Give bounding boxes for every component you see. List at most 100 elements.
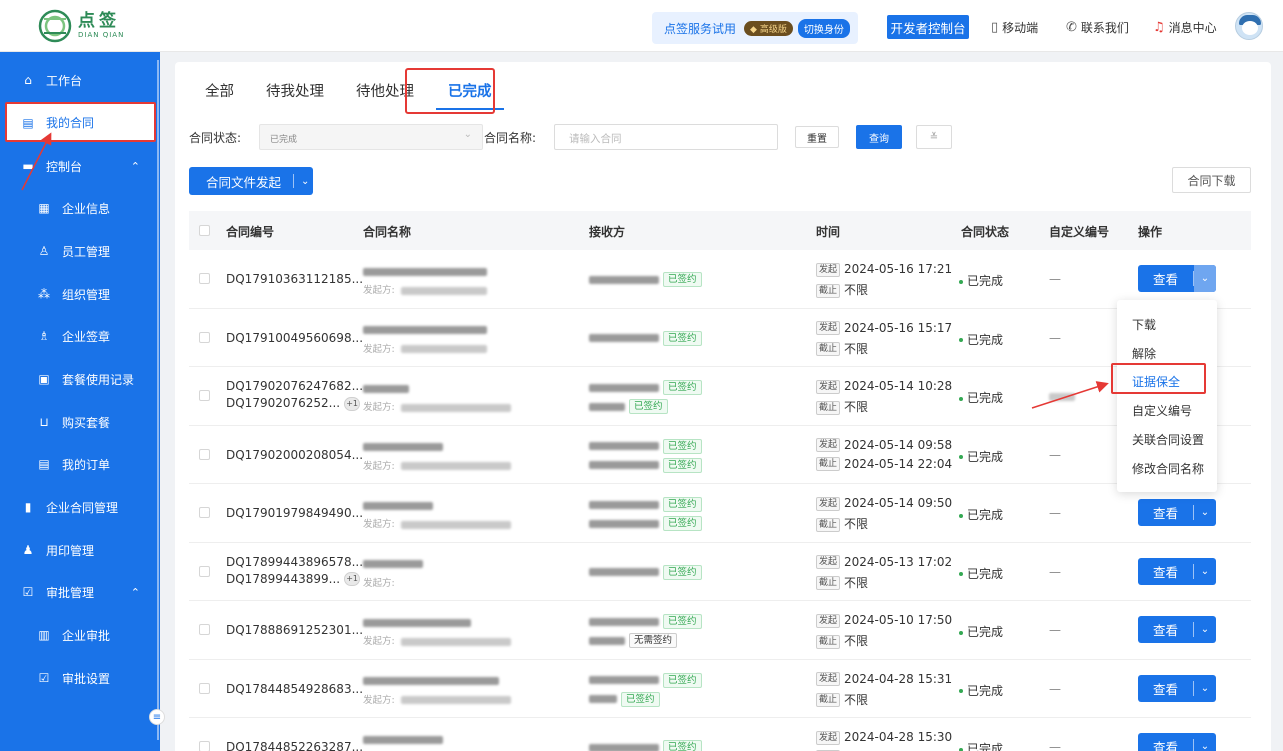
switch-identity-button[interactable]: 切换身份 — [797, 18, 850, 38]
row-checkbox[interactable] — [199, 741, 210, 751]
sidebar-scrollbar[interactable] — [157, 60, 159, 740]
sidebar-item-approval[interactable]: ☑ 审批管理 ⌃ — [0, 572, 160, 612]
row-checkbox[interactable] — [199, 448, 210, 460]
stamp-icon: ♗ — [38, 329, 50, 343]
contract-id-secondary[interactable]: DQ17899443899... +1 — [226, 572, 361, 586]
contract-download-button[interactable]: 合同下载 — [1172, 167, 1251, 193]
contract-name[interactable] — [363, 498, 433, 512]
chevron-down-icon[interactable]: ⌄ — [1194, 507, 1216, 518]
contract-name[interactable] — [363, 381, 409, 395]
message-center-link[interactable]: ♫ 消息中心 — [1153, 19, 1217, 36]
contract-id[interactable]: DQ17844854928683... — [226, 682, 363, 696]
query-button[interactable]: 查询 — [856, 125, 902, 149]
row-checkbox[interactable] — [199, 624, 210, 635]
contract-name[interactable] — [363, 264, 487, 278]
tab-all[interactable]: 全部 — [205, 82, 234, 110]
row-checkbox[interactable] — [199, 273, 210, 284]
view-button[interactable]: 查看 ⌄ — [1138, 499, 1216, 526]
developer-console-button[interactable]: 开发者控制台 — [887, 15, 969, 39]
sidebar-item-seal[interactable]: ♗ 企业签章 — [0, 316, 160, 356]
table-row[interactable]: DQ17910049560698... 发起方: 已签约 发起 2024-05-16 1… — [189, 309, 1251, 367]
tab-pending-me[interactable]: 待我处理 — [266, 82, 324, 110]
sidebar-item-company-info[interactable]: ▦ 企业信息 — [0, 188, 160, 228]
table-row[interactable]: DQ17902076247682... DQ17902076252... +1 发起方… — [189, 367, 1251, 426]
more-count-badge[interactable]: +1 — [344, 396, 361, 411]
contract-name[interactable] — [363, 323, 487, 337]
row-checkbox[interactable] — [199, 507, 210, 518]
row-checkbox[interactable] — [199, 682, 210, 694]
contract-id[interactable]: DQ17844852263287... — [226, 740, 363, 751]
view-button[interactable]: 查看 ⌄ — [1138, 733, 1216, 751]
table-row[interactable]: DQ17899443896578... DQ17899443899... +1 发起方… — [189, 543, 1251, 601]
sign-status-tag: 已签约 — [663, 272, 702, 287]
contract-name[interactable] — [363, 557, 423, 571]
row-checkbox[interactable] — [199, 565, 210, 577]
trial-banner[interactable]: 点签服务试用 ◆ 高级版 切换身份 — [652, 12, 858, 44]
launch-contract-button[interactable]: 合同文件发起 ⌄ — [189, 167, 313, 195]
view-button[interactable]: 查看 ⌄ — [1138, 674, 1216, 702]
mobile-link[interactable]: ▯ 移动端 — [991, 19, 1038, 36]
receiver: 已签约 — [589, 691, 660, 707]
collapse-sidebar-icon[interactable]: ≡ — [149, 709, 165, 725]
contract-id[interactable]: DQ17888691252301... — [226, 623, 363, 637]
contract-name[interactable] — [363, 440, 443, 454]
sidebar-item-enterprise-approval[interactable]: ▥ 企业审批 — [0, 615, 160, 655]
contract-name[interactable] — [363, 732, 443, 746]
avatar[interactable] — [1235, 12, 1263, 40]
sidebar-item-orders[interactable]: ▤ 我的订单 — [0, 444, 160, 484]
table-row[interactable]: DQ17902000208054... 发起方: 已签约 已签约 发起 2024-05-1… — [189, 426, 1251, 484]
contract-name[interactable] — [363, 674, 499, 688]
contract-id[interactable]: DQ17910049560698... — [226, 331, 363, 345]
sidebar-item-org[interactable]: ⁂ 组织管理 — [0, 274, 160, 314]
sidebar-item-workbench[interactable]: ⌂ 工作台 — [0, 60, 160, 100]
contract-id[interactable]: DQ17902076247682... — [226, 379, 363, 393]
row-checkbox[interactable] — [199, 390, 210, 401]
status-select[interactable]: 已完成 ⌄ — [259, 124, 483, 150]
view-button[interactable]: 查看 ⌄ — [1138, 265, 1216, 292]
table-row[interactable]: DQ17910363112185... 发起方: 已签约 发起 2024-05-16 1… — [189, 250, 1251, 309]
table-row[interactable]: DQ17888691252301... 发起方: 已签约 无需签约 发起 2024-05-… — [189, 601, 1251, 660]
sidebar-item-staff[interactable]: ♙ 员工管理 — [0, 231, 160, 271]
contact-link[interactable]: ✆ 联系我们 — [1066, 19, 1129, 36]
contract-name-input[interactable]: 请输入合同 — [554, 124, 778, 150]
table-row[interactable]: DQ17901979849490... 发起方: 已签约 已签约 发起 2024-05-1… — [189, 484, 1251, 543]
sidebar-item-buy-package[interactable]: ⊔ 购买套餐 — [0, 402, 160, 442]
menu-item-rename-contract[interactable]: 修改合同名称 — [1132, 460, 1204, 477]
sidebar-item-enterprise-contracts[interactable]: ▮ 企业合同管理 — [0, 487, 160, 527]
chevron-down-icon[interactable]: ⌄ — [1194, 741, 1216, 751]
menu-item-download[interactable]: 下载 — [1132, 316, 1156, 333]
select-all-checkbox[interactable] — [199, 225, 210, 236]
table-header: 合同编号 合同名称 接收方 时间 合同状态 自定义编号 操作 — [189, 211, 1251, 250]
chevron-down-icon[interactable]: ⌄ — [1194, 566, 1216, 577]
table-row[interactable]: DQ17844854928683... 发起方: 已签约 已签约 发起 2024-04-2… — [189, 660, 1251, 718]
sidebar-item-console[interactable]: ▬ 控制台 ⌃ — [0, 146, 160, 186]
contract-name[interactable] — [363, 615, 471, 629]
sidebar-item-package-record[interactable]: ▣ 套餐使用记录 — [0, 359, 160, 399]
record-icon: ▣ — [38, 372, 50, 386]
chevron-down-icon[interactable]: ⌄ — [1194, 265, 1216, 292]
menu-item-related-contract[interactable]: 关联合同设置 — [1132, 431, 1204, 448]
expand-filter-button[interactable]: ≚ — [916, 125, 952, 149]
reset-button[interactable]: 重置 — [795, 126, 839, 148]
sidebar-item-seal-management[interactable]: ♟ 用印管理 — [0, 530, 160, 570]
view-button[interactable]: 查看 ⌄ — [1138, 557, 1216, 585]
contract-id[interactable]: DQ17899443896578... — [226, 555, 363, 569]
view-button[interactable]: 查看 ⌄ — [1138, 616, 1216, 643]
receiver: 已签约 — [589, 516, 702, 531]
end-tag: 截止 — [816, 634, 841, 649]
chevron-down-icon[interactable]: ⌄ — [1194, 624, 1216, 635]
contract-id[interactable]: DQ17910363112185... — [226, 272, 363, 286]
chevron-down-icon[interactable]: ⌄ — [1194, 683, 1216, 694]
row-checkbox[interactable] — [199, 331, 210, 343]
contract-id[interactable]: DQ17902000208054... — [226, 448, 363, 462]
menu-item-terminate[interactable]: 解除 — [1132, 345, 1156, 362]
contract-id[interactable]: DQ17901979849490... — [226, 506, 363, 520]
custom-number: — — [1049, 447, 1061, 462]
more-count-badge[interactable]: +1 — [344, 572, 361, 586]
logo[interactable]: 点签 DIAN QIAN — [38, 9, 124, 43]
contract-id-secondary[interactable]: DQ17902076252... +1 — [226, 396, 361, 411]
sidebar-item-approval-settings[interactable]: ☑ 审批设置 — [0, 658, 160, 698]
end-time: 截止 不限 — [816, 340, 868, 357]
table-row[interactable]: DQ17844852263287...发起方:已签约发起2024-04-28 1… — [189, 718, 1251, 751]
menu-item-custom-number[interactable]: 自定义编号 — [1132, 402, 1192, 419]
